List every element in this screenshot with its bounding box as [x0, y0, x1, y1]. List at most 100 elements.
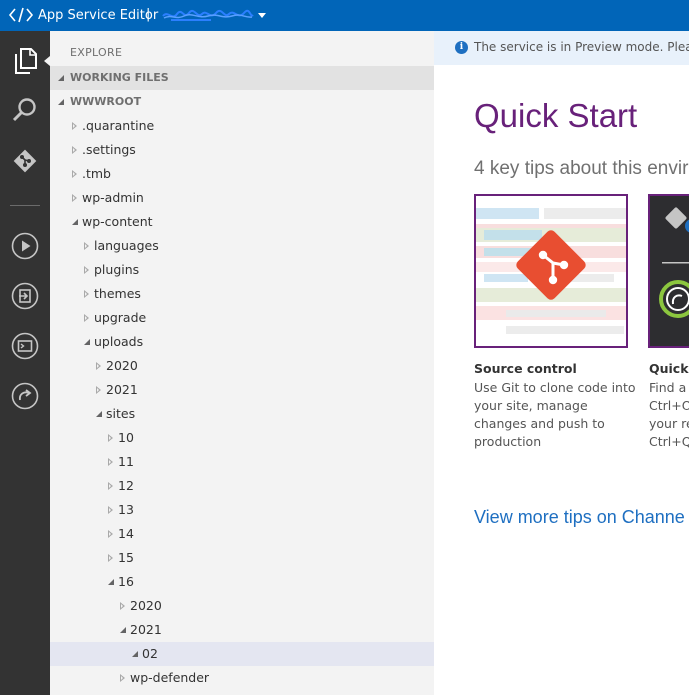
wwwroot-header[interactable]: WWWROOT — [50, 90, 434, 114]
tree-item[interactable]: 10 — [50, 426, 434, 450]
tip-desc-line: changes and push to — [474, 416, 605, 431]
tree-item[interactable]: 2021 — [50, 378, 434, 402]
tree-item[interactable]: plugins — [50, 258, 434, 282]
tree-item-label: 11 — [118, 454, 134, 469]
chevron-right-icon[interactable] — [72, 170, 77, 178]
source-control-card[interactable] — [474, 194, 628, 348]
tree-item[interactable]: 2021 — [50, 618, 434, 642]
run-button[interactable] — [0, 226, 50, 266]
tree-item-label: 10 — [118, 430, 134, 445]
tree-item[interactable]: 12 — [50, 474, 434, 498]
tree-item[interactable]: themes — [50, 282, 434, 306]
wwwroot-label: WWWROOT — [70, 95, 142, 108]
chevron-right-icon[interactable] — [108, 506, 113, 514]
git-button[interactable] — [0, 141, 50, 181]
tree-item-label: 15 — [118, 550, 134, 565]
tree-item[interactable]: 15 — [50, 546, 434, 570]
more-tips-link[interactable]: View more tips on Channe — [474, 507, 685, 528]
quick-open-card[interactable] — [648, 194, 689, 348]
tree-item-label: 16 — [118, 574, 134, 589]
deploy-button[interactable] — [0, 376, 50, 416]
explorer-button[interactable] — [0, 41, 50, 81]
quick-open-illustration — [659, 207, 689, 318]
tip-title: Quick O — [649, 361, 689, 376]
tree-item-label: wp-content — [82, 214, 153, 229]
chevron-right-icon[interactable] — [84, 290, 89, 298]
tree-item-label: languages — [94, 238, 159, 253]
activity-separator — [10, 205, 40, 206]
chevron-right-icon[interactable] — [72, 146, 77, 154]
tip-description: Find a f Ctrl+O. your re Ctrl+Q — [649, 379, 689, 451]
files-icon — [15, 48, 37, 74]
tree-item[interactable]: .tmb — [50, 162, 434, 186]
tip-desc-line: production — [474, 434, 542, 449]
tree-item[interactable]: 13 — [50, 498, 434, 522]
explorer-title: EXPLORE — [70, 46, 123, 59]
tip-desc-line: Use Git to clone code into — [474, 380, 636, 395]
tree-item[interactable]: .quarantine — [50, 114, 434, 138]
chevron-right-icon[interactable] — [96, 386, 101, 394]
tree-item[interactable]: 02 — [50, 642, 434, 666]
tree-item[interactable]: 2020 — [50, 354, 434, 378]
chevron-down-icon[interactable] — [96, 411, 102, 417]
tree-item[interactable]: 14 — [50, 522, 434, 546]
chevron-down-icon[interactable] — [120, 627, 126, 633]
site-name-link[interactable] — [162, 8, 254, 23]
tree-item[interactable]: 11 — [50, 450, 434, 474]
tree-item[interactable]: uploads — [50, 330, 434, 354]
chevron-right-icon[interactable] — [72, 122, 77, 130]
chevron-right-icon[interactable] — [108, 554, 113, 562]
chevron-down-icon[interactable] — [132, 651, 138, 657]
chevron-right-icon[interactable] — [108, 434, 113, 442]
search-icon — [12, 98, 36, 122]
tree-item[interactable]: .settings — [50, 138, 434, 162]
tree-item[interactable]: wp-defender — [50, 666, 434, 690]
export-circle-icon — [11, 282, 39, 310]
chevron-right-icon[interactable] — [96, 362, 101, 370]
chevron-down-icon — [58, 75, 64, 81]
search-button[interactable] — [0, 90, 50, 130]
tree-item[interactable]: sites — [50, 402, 434, 426]
redo-circle-icon — [11, 382, 39, 410]
chevron-down-icon[interactable] — [108, 579, 114, 585]
tip-desc-line: Find a f — [649, 380, 689, 395]
console-button[interactable] — [0, 326, 50, 366]
tree-item[interactable]: wp-admin — [50, 186, 434, 210]
chevron-right-icon[interactable] — [84, 314, 89, 322]
tree-item-label: .tmb — [82, 166, 111, 181]
tip-description: Use Git to clone code into your site, ma… — [474, 379, 636, 451]
chevron-right-icon[interactable] — [72, 194, 77, 202]
chevron-right-icon[interactable] — [84, 242, 89, 250]
tree-item-label: 2020 — [106, 358, 138, 373]
tree-item[interactable]: upgrade — [50, 306, 434, 330]
tree-item-label: .quarantine — [82, 118, 155, 133]
chevron-down-icon[interactable] — [258, 13, 266, 18]
tip-desc-line: your site, manage — [474, 398, 588, 413]
chevron-right-icon[interactable] — [108, 458, 113, 466]
tree-item-label: plugins — [94, 262, 140, 277]
output-button[interactable] — [0, 276, 50, 316]
preview-info-text: The service is in Preview mode. Please — [474, 40, 689, 54]
tree-item-label: 2021 — [130, 622, 162, 637]
chevron-down-icon[interactable] — [72, 219, 78, 225]
chevron-right-icon[interactable] — [108, 482, 113, 490]
tree-item[interactable]: languages — [50, 234, 434, 258]
chevron-right-icon[interactable] — [120, 602, 125, 610]
tree-item-label: uploads — [94, 334, 144, 349]
quick-start-title: Quick Start — [474, 97, 638, 134]
chevron-right-icon[interactable] — [120, 674, 125, 682]
info-icon: i — [455, 41, 468, 54]
quick-start-subtitle: 4 key tips about this enviro — [474, 158, 689, 179]
tip-desc-line: Ctrl+Q — [649, 434, 689, 449]
tree-item[interactable]: 16 — [50, 570, 434, 594]
working-files-label: WORKING FILES — [70, 71, 169, 84]
explorer-sidebar: EXPLORE WORKING FILES WWWROOT .quarantin… — [50, 31, 434, 695]
title-separator: | — [146, 7, 151, 22]
tree-item-label: themes — [94, 286, 141, 301]
chevron-down-icon[interactable] — [84, 339, 90, 345]
working-files-header[interactable]: WORKING FILES — [50, 66, 434, 90]
tree-item[interactable]: wp-content — [50, 210, 434, 234]
chevron-right-icon[interactable] — [84, 266, 89, 274]
chevron-right-icon[interactable] — [108, 530, 113, 538]
tree-item[interactable]: 2020 — [50, 594, 434, 618]
